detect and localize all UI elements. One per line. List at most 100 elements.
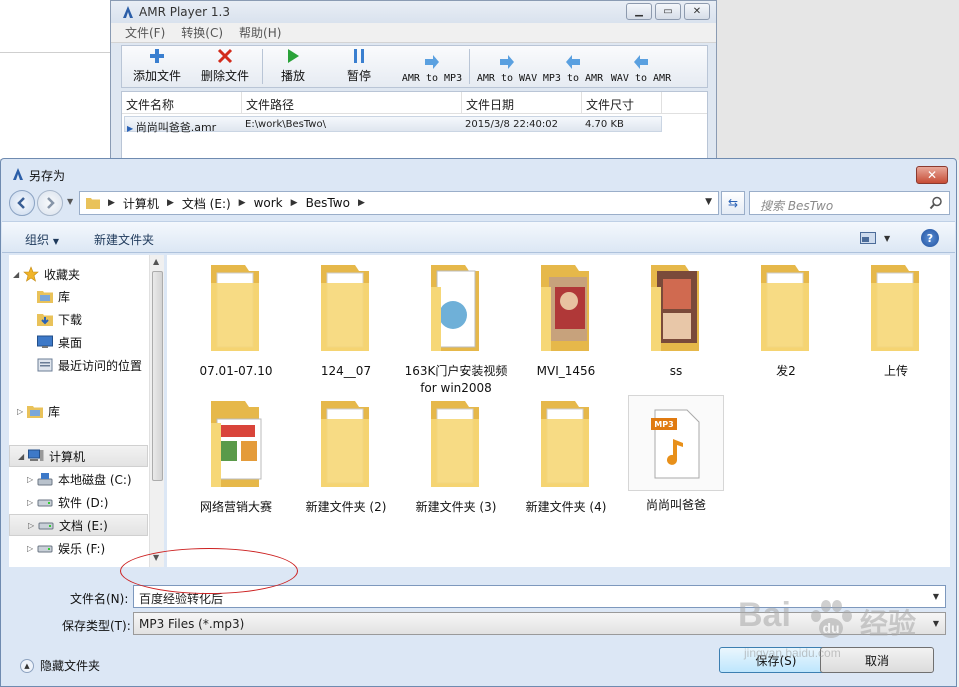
expand-arrow-icon[interactable]: ▷ (28, 521, 38, 530)
pause-button[interactable]: 暂停 (319, 46, 399, 87)
cancel-button[interactable]: 取消 (820, 647, 934, 673)
collapse-arrow-icon[interactable]: ◢ (13, 270, 23, 279)
expand-arrow-icon[interactable]: ▷ (27, 544, 37, 553)
scroll-thumb[interactable] (152, 271, 163, 481)
refresh-icon: ⇆ (727, 196, 739, 210)
breadcrumb-drive-e[interactable]: 文档 (E:) (182, 195, 231, 212)
delete-file-button[interactable]: 删除文件 (192, 46, 258, 87)
column-path[interactable]: 文件路径 (242, 92, 462, 113)
file-item[interactable]: 新建文件夹 (3) (403, 393, 509, 516)
amr-list-header: 文件名称 文件路径 文件日期 文件尺寸 (122, 92, 707, 114)
menu-file[interactable]: 文件(F) (125, 24, 165, 41)
breadcrumb-arrow-icon[interactable]: ▶ (167, 198, 174, 208)
breadcrumb-bestwo[interactable]: BesTwo (306, 196, 350, 210)
app-logo-icon (13, 168, 23, 180)
filetype-select[interactable]: MP3 Files (*.mp3) ▼ (133, 612, 946, 635)
folder-icon (761, 265, 809, 351)
help-button[interactable]: ? (921, 229, 939, 247)
amr-file-list: 文件名称 文件路径 文件日期 文件尺寸 ▶ 尚尚叫爸爸.amr E:\work\… (121, 91, 708, 159)
tree-recent-places[interactable]: 最近访问的位置 (37, 354, 142, 376)
drive-icon (37, 499, 53, 507)
scroll-down-icon[interactable]: ▼ (153, 553, 159, 562)
arrow-left-icon (17, 197, 25, 209)
column-date[interactable]: 文件日期 (462, 92, 582, 113)
file-item[interactable]: MVI_1456 (513, 257, 619, 380)
tree-favorites[interactable]: ◢ 收藏夹 (13, 263, 80, 285)
chevron-down-icon[interactable]: ▼ (933, 619, 939, 628)
filename-input[interactable]: 百度经验转化后 ▼ (133, 585, 946, 608)
dialog-close-button[interactable]: ✕ (916, 166, 948, 184)
file-item[interactable]: 07.01-07.10 (183, 257, 289, 380)
table-row[interactable]: ▶ 尚尚叫爸爸.amr E:\work\BesTwo\ 2015/3/8 22:… (124, 116, 662, 134)
forward-button[interactable] (37, 190, 63, 216)
breadcrumb-arrow-icon[interactable]: ▶ (291, 198, 298, 208)
column-size[interactable]: 文件尺寸 (582, 92, 662, 113)
tree-downloads[interactable]: 下载 (37, 308, 82, 330)
scroll-up-icon[interactable]: ▲ (153, 257, 159, 266)
play-button[interactable]: 播放 (267, 46, 319, 87)
search-icon (929, 196, 942, 210)
menu-convert[interactable]: 转换(C) (181, 24, 223, 41)
search-input[interactable]: 搜索 BesTwo (749, 191, 950, 215)
arrow-right-icon (500, 55, 514, 69)
chevron-down-icon[interactable]: ▼ (933, 592, 939, 601)
file-item[interactable]: 124__07 (293, 257, 399, 380)
breadcrumb-computer[interactable]: 计算机 (123, 195, 159, 212)
minimize-button[interactable]: ▁ (626, 3, 652, 20)
close-button[interactable]: ✕ (684, 3, 710, 20)
file-item[interactable]: 新建文件夹 (2) (293, 393, 399, 516)
folder-documents-icon (431, 265, 479, 351)
folder-presentation-icon (211, 401, 262, 487)
file-item[interactable]: 上传 (843, 257, 949, 380)
background-window (0, 0, 110, 160)
new-folder-button[interactable]: 新建文件夹 (94, 231, 154, 248)
breadcrumb-arrow-icon[interactable]: ▶ (358, 198, 365, 208)
breadcrumb-arrow-icon[interactable]: ▶ (108, 198, 115, 208)
mp3-to-amr-button[interactable]: MP3 to AMR (540, 46, 606, 87)
save-as-dialog: 另存为 ✕ ▼ ▶ 计算机 ▶ 文档 (E:) ▶ work ▶ BesTwo … (0, 158, 957, 687)
file-item[interactable]: MP3 尚尚叫爸爸 (623, 393, 729, 514)
organize-button[interactable]: 组织 ▼ (25, 231, 59, 248)
file-item[interactable]: 发2 (733, 257, 839, 380)
menu-help[interactable]: 帮助(H) (239, 24, 281, 41)
breadcrumb-arrow-icon[interactable]: ▶ (239, 198, 246, 208)
file-item[interactable]: 163K门户安装视频 for win2008 (403, 257, 509, 397)
tree-drive-d[interactable]: ▷ 软件 (D:) (27, 491, 108, 513)
tree-library[interactable]: ▷ 库 (17, 400, 60, 422)
amr-to-mp3-button[interactable]: AMR to MP3 (399, 46, 465, 87)
address-bar[interactable]: ▶ 计算机 ▶ 文档 (E:) ▶ work ▶ BesTwo ▶ ▼ (79, 191, 719, 215)
tree-drive-f[interactable]: ▷ 娱乐 (F:) (27, 537, 105, 559)
expand-arrow-icon[interactable]: ▷ (27, 475, 37, 484)
address-dropdown[interactable]: ▼ (705, 197, 712, 207)
tree-computer[interactable]: ◢ 计算机 (9, 445, 148, 467)
play-small-icon: ▶ (127, 124, 136, 133)
collapse-arrow-icon[interactable]: ◢ (18, 452, 28, 461)
expand-arrow-icon[interactable]: ▷ (27, 498, 37, 507)
pause-icon (354, 49, 364, 63)
expand-arrow-icon[interactable]: ▷ (17, 407, 27, 416)
amr-to-wav-button[interactable]: AMR to WAV (474, 46, 540, 87)
breadcrumb-work[interactable]: work (254, 196, 283, 210)
file-item[interactable]: 网络营销大赛 (183, 393, 289, 516)
recent-pages-dropdown[interactable]: ▼ (67, 197, 73, 206)
hide-folders-toggle[interactable]: ▲ 隐藏文件夹 (20, 657, 100, 674)
view-options-button[interactable]: ▼ (860, 231, 892, 245)
library-icon (37, 291, 53, 303)
tree-drive-c[interactable]: ▷ 本地磁盘 (C:) (27, 468, 132, 490)
maximize-button[interactable]: ▭ (655, 3, 681, 20)
file-item[interactable]: ss (623, 257, 729, 380)
arrow-right-icon (425, 55, 439, 69)
add-file-button[interactable]: 添加文件 (122, 46, 192, 87)
tree-drive-e[interactable]: ▷ 文档 (E:) (9, 514, 148, 536)
file-item[interactable]: 新建文件夹 (4) (513, 393, 619, 516)
wav-to-amr-button[interactable]: WAV to AMR (606, 46, 676, 87)
folder-icon (431, 401, 479, 487)
amr-title-bar: AMR Player 1.3 ▁ ▭ ✕ (111, 1, 716, 23)
refresh-button[interactable]: ⇆ (721, 191, 745, 215)
column-name[interactable]: 文件名称 (122, 92, 242, 113)
save-button[interactable]: 保存(S) (719, 647, 833, 673)
nav-scrollbar[interactable]: ▲ ▼ (149, 255, 164, 567)
tree-desktop[interactable]: 桌面 (37, 331, 82, 353)
tree-library-fav[interactable]: 库 (37, 285, 70, 307)
back-button[interactable] (9, 190, 35, 216)
